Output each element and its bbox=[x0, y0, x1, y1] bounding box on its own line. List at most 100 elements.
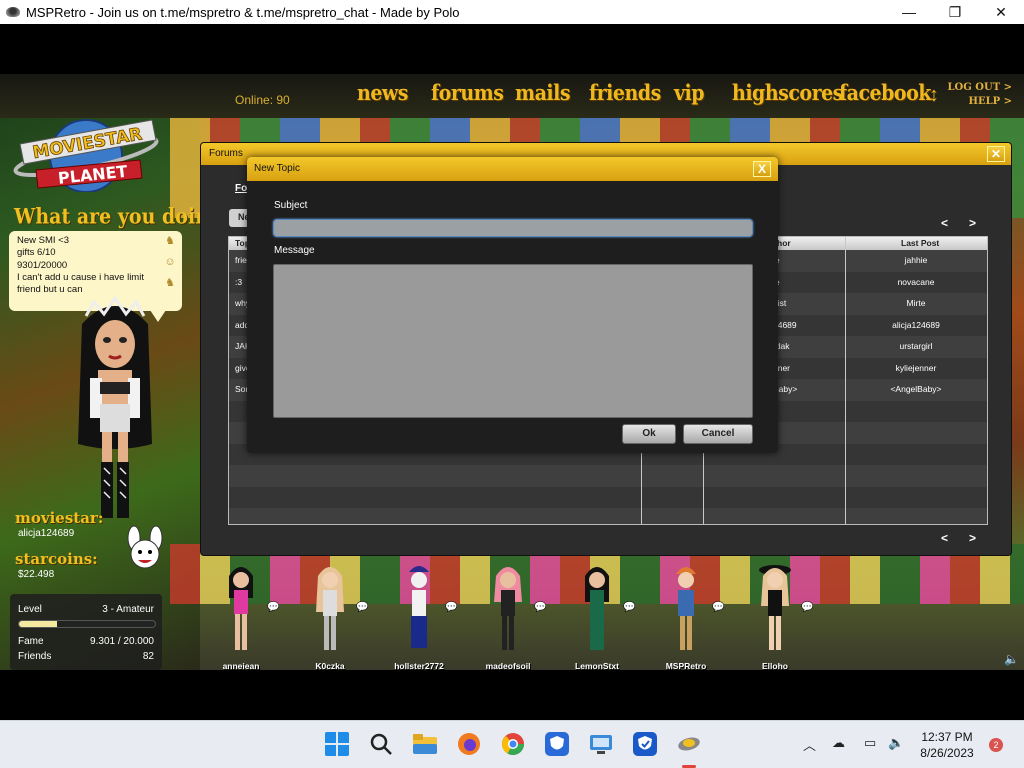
subject-input[interactable] bbox=[273, 219, 753, 237]
chrome-icon[interactable] bbox=[500, 731, 526, 757]
dialog-header: New Topic X bbox=[247, 157, 778, 181]
cell-last-post: novacane bbox=[897, 276, 935, 287]
cancel-button[interactable]: Cancel bbox=[683, 424, 753, 444]
mood-icon-3[interactable]: ♞ bbox=[164, 277, 176, 291]
logout-link[interactable]: LOG OUT > bbox=[948, 82, 1013, 93]
level-progress-fill bbox=[19, 621, 58, 627]
chat-icon[interactable]: 💬 bbox=[623, 602, 635, 613]
table-row bbox=[229, 486, 987, 508]
room-avatar[interactable]: 💬 anneiean bbox=[201, 562, 281, 670]
cell-last-post: <AngelBaby> bbox=[890, 384, 942, 394]
avatar-name: hollster2772 bbox=[394, 661, 444, 670]
starcoins-label: starcoins: bbox=[15, 550, 98, 568]
chat-icon[interactable]: 💬 bbox=[356, 602, 368, 613]
nav-forums[interactable]: forums bbox=[431, 80, 504, 105]
file-explorer-icon[interactable] bbox=[412, 731, 438, 757]
chat-icon[interactable]: 💬 bbox=[267, 602, 279, 613]
forums-next-page-top[interactable]: > bbox=[969, 216, 976, 230]
clock[interactable]: 12:37 PM 8/26/2023 bbox=[912, 729, 982, 761]
resize-arrows-icon[interactable]: ↕ bbox=[929, 84, 939, 107]
chat-icon[interactable]: 💬 bbox=[445, 602, 457, 613]
moviestar-label: moviestar: bbox=[15, 509, 104, 527]
chat-icon[interactable]: 💬 bbox=[801, 602, 813, 613]
status-line: gifts 6/10 bbox=[17, 247, 56, 259]
help-link[interactable]: HELP > bbox=[969, 96, 1012, 107]
remote-desktop-icon[interactable] bbox=[588, 731, 614, 757]
mood-icon-2[interactable]: ☺ bbox=[164, 256, 176, 270]
online-count: Online: 90 bbox=[235, 93, 290, 107]
pet-bunny[interactable] bbox=[120, 524, 170, 574]
maximize-button[interactable]: ❐ bbox=[932, 0, 978, 24]
close-window-button[interactable]: ✕ bbox=[978, 0, 1024, 24]
message-label: Message bbox=[274, 245, 315, 256]
cell-last-post: alicja124689 bbox=[892, 319, 940, 330]
forums-next-page[interactable]: > bbox=[969, 531, 976, 545]
clock-date: 8/26/2023 bbox=[920, 746, 974, 760]
cell-last-post: urstargirl bbox=[899, 341, 933, 351]
friends-label: Friends bbox=[18, 651, 52, 662]
forums-tab[interactable]: Fo bbox=[235, 183, 247, 194]
ok-button[interactable]: Ok bbox=[622, 424, 676, 444]
vpn-shield-icon[interactable] bbox=[544, 731, 570, 757]
forums-prev-page-top[interactable]: < bbox=[941, 216, 948, 230]
cell-last-post: jahhie bbox=[904, 255, 928, 265]
app-icon bbox=[6, 7, 20, 17]
mspretro-icon[interactable] bbox=[676, 731, 702, 757]
minimize-button[interactable]: — bbox=[886, 0, 932, 24]
window-title: MSPRetro - Join us on t.me/mspretro & t.… bbox=[26, 4, 460, 20]
cloud-offline-icon[interactable]: ☁ bbox=[832, 735, 845, 751]
cell-topic: frie bbox=[235, 255, 247, 265]
chevron-up-icon[interactable]: ︿ bbox=[803, 735, 816, 754]
window-titlebar: MSPRetro - Join us on t.me/mspretro & t.… bbox=[0, 0, 1024, 24]
network-icon[interactable]: ▭ bbox=[864, 735, 876, 751]
chat-icon[interactable]: 💬 bbox=[534, 602, 546, 613]
avatar-name: K0czka bbox=[315, 661, 345, 670]
avatar-name: madeofsoil bbox=[485, 661, 531, 670]
friends-value: 82 bbox=[142, 651, 154, 662]
room-avatar[interactable]: 💬 madeofsoil bbox=[468, 562, 548, 670]
nav-vip[interactable]: vip bbox=[674, 80, 705, 105]
search-icon[interactable] bbox=[368, 731, 394, 757]
col-author[interactable]: hor bbox=[777, 238, 791, 248]
speaker-icon[interactable]: 🔈 bbox=[1004, 652, 1019, 666]
taskbar: ︿ ☁ ▭ 🔈 12:37 PM 8/26/2023 2 bbox=[0, 720, 1024, 768]
stats-panel: Level 3 - Amateur Fame 9.301 / 20.000 Fr… bbox=[10, 594, 162, 670]
moviestar-name: alicja124689 bbox=[18, 528, 75, 539]
fame-label: Fame bbox=[18, 636, 44, 647]
avatar-name: anneiean bbox=[222, 661, 260, 670]
nav-friends[interactable]: friends bbox=[589, 80, 661, 105]
level-value: 3 - Amateur bbox=[102, 604, 154, 615]
room-avatar[interactable]: 💬 MSPRetro bbox=[646, 562, 726, 670]
nav-mails[interactable]: mails bbox=[515, 80, 571, 105]
status-line: New SMI <3 bbox=[17, 235, 70, 246]
nav-highscores[interactable]: highscores bbox=[732, 80, 843, 105]
screen: MSPRetro - Join us on t.me/mspretro & t.… bbox=[0, 0, 1024, 768]
room-avatar[interactable]: 💬 K0czka bbox=[290, 562, 370, 670]
nav-facebook[interactable]: facebook bbox=[839, 80, 931, 105]
avatar-strip: 💬 anneiean 💬 K0czka 💬 hollster2772 💬 mad… bbox=[185, 562, 1024, 670]
shield-app-icon[interactable] bbox=[632, 731, 658, 757]
dialog-close-button[interactable]: X bbox=[753, 161, 771, 177]
forums-close-button[interactable]: ✕ bbox=[987, 146, 1005, 162]
mood-icon-1[interactable]: ♞ bbox=[164, 235, 176, 249]
letterbox-top bbox=[0, 24, 1024, 74]
col-last-post[interactable]: Last Post bbox=[901, 238, 939, 248]
table-row bbox=[229, 508, 987, 524]
cell-topic: :3 bbox=[235, 276, 243, 287]
firefox-icon[interactable] bbox=[456, 731, 482, 757]
avatar-name: Elloho bbox=[762, 661, 788, 670]
message-input[interactable] bbox=[273, 264, 753, 418]
volume-icon[interactable]: 🔈 bbox=[888, 735, 904, 751]
level-label: Level bbox=[18, 604, 42, 615]
status-line: 9301/20000 bbox=[17, 259, 68, 271]
forums-prev-page[interactable]: < bbox=[941, 531, 948, 545]
room-avatar[interactable]: 💬 LemonStxt bbox=[557, 562, 637, 670]
notification-badge[interactable]: 2 bbox=[989, 738, 1003, 752]
room-avatar[interactable]: 💬 hollster2772 bbox=[379, 562, 459, 670]
room-avatar[interactable]: 💬 Elloho bbox=[735, 562, 815, 670]
chat-icon[interactable]: 💬 bbox=[712, 602, 724, 613]
nav-news[interactable]: news bbox=[357, 80, 408, 105]
subject-label: Subject bbox=[274, 200, 308, 211]
windows-start-icon[interactable] bbox=[324, 731, 350, 757]
cell-last-post: Mirte bbox=[906, 298, 926, 308]
